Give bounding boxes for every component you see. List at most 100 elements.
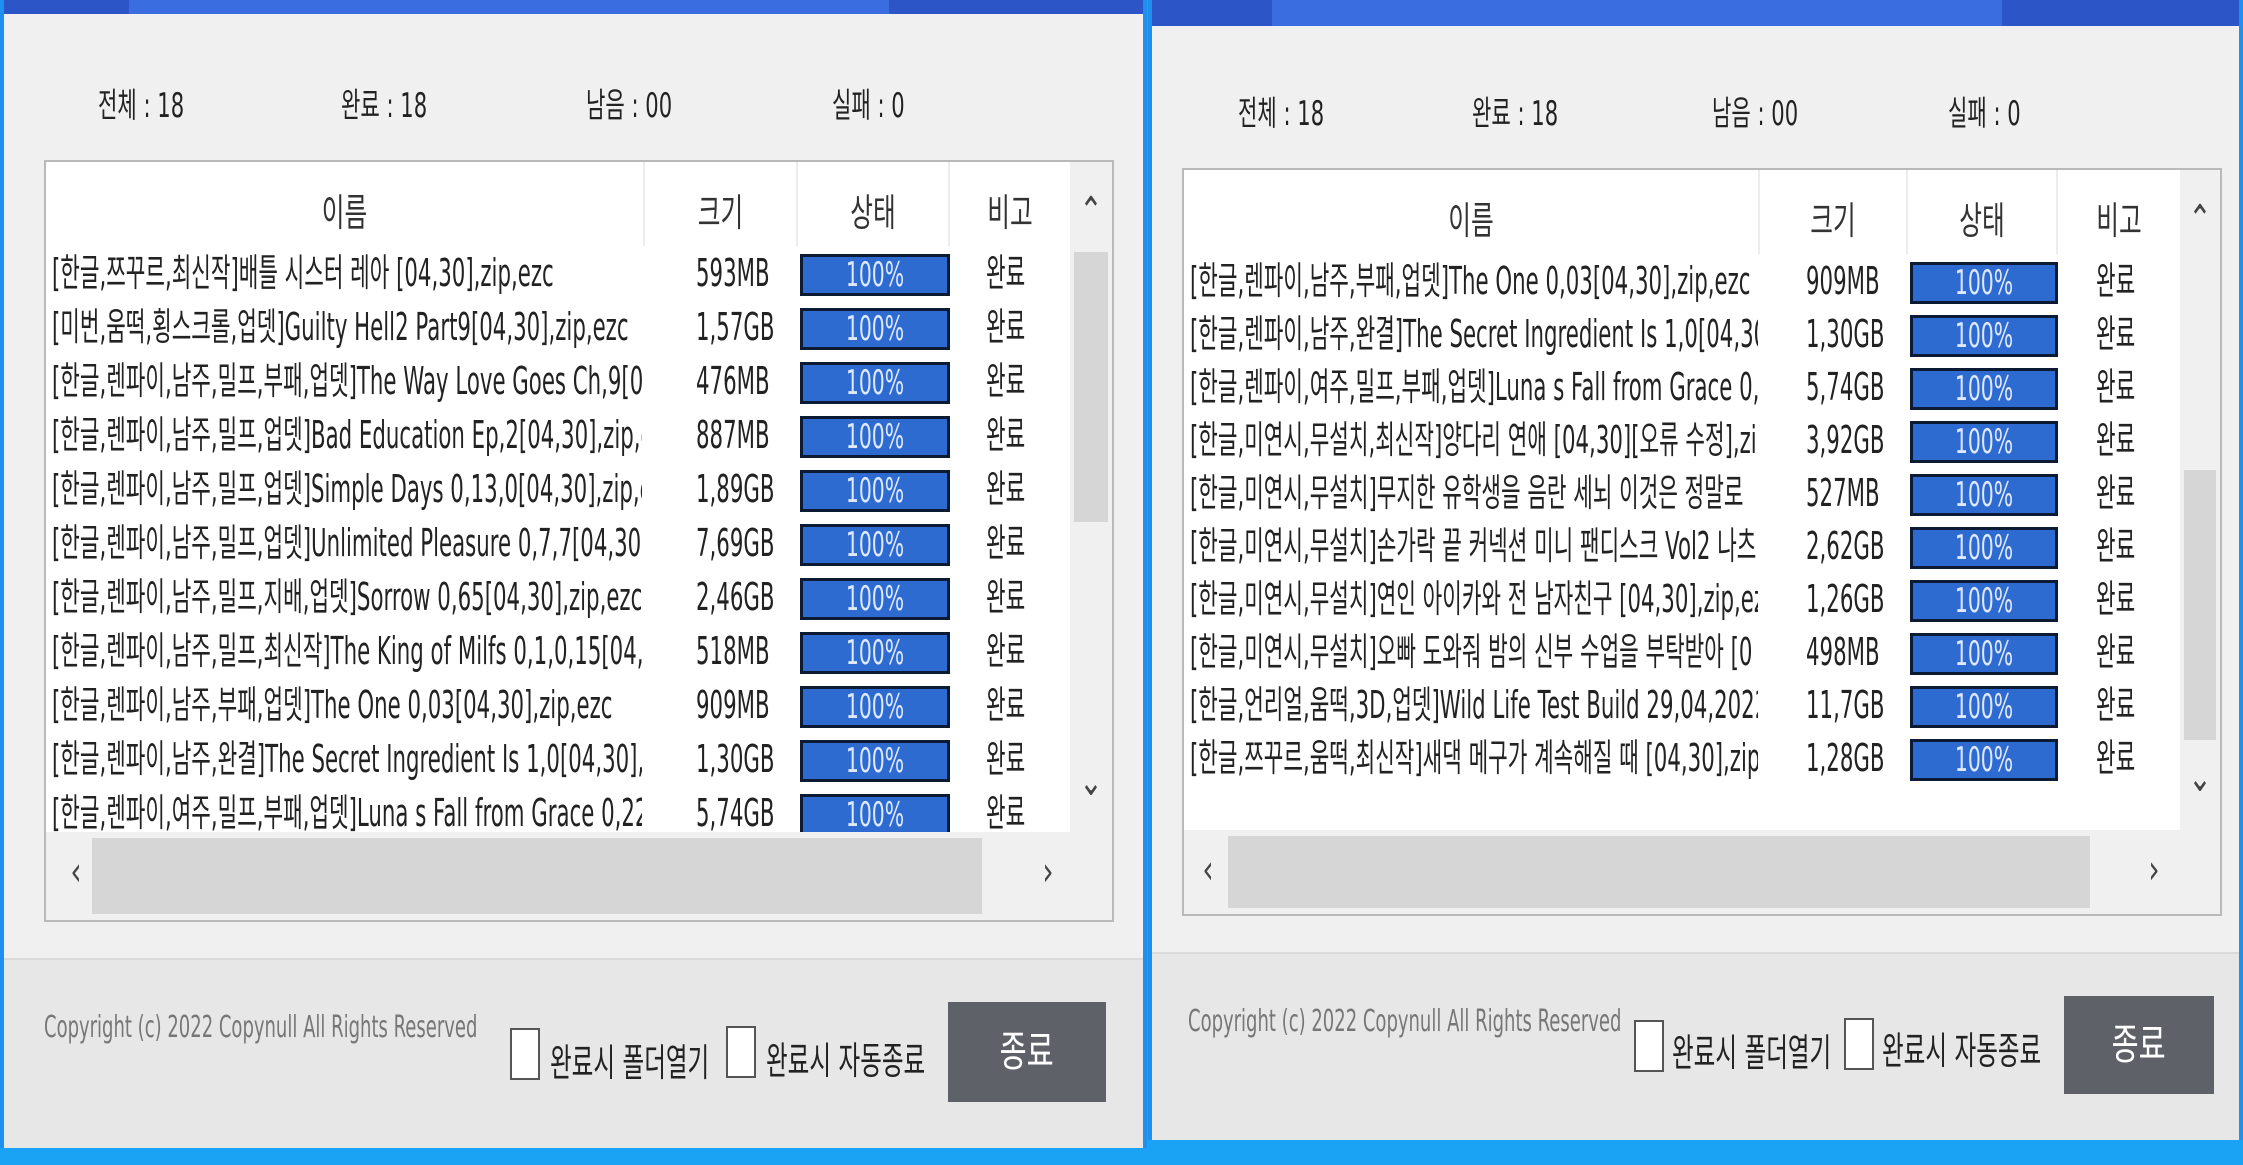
list-item[interactable]: [한글,렌파이,남주,밀프,업뎃]Bad Education Ep,2[04,3… bbox=[46, 408, 1070, 462]
scroll-up-icon[interactable]: ⌃ bbox=[1076, 192, 1105, 232]
file-name: [미번,움떡,횡스크롤,업뎃]Guilty Hell2 Part9[04,30]… bbox=[52, 305, 629, 349]
list-item[interactable]: [한글,렌파이,남주,밀프,업뎃]Simple Days 0,13,0[04,3… bbox=[46, 462, 1070, 516]
column-header-size[interactable]: 크기 bbox=[1760, 170, 1908, 254]
list-item[interactable]: [한글,미연시,무설치]연인 아이카와 전 남자친구 [04,30],zip,e… bbox=[1184, 572, 2180, 626]
progress-label: 100% bbox=[845, 417, 905, 457]
horizontal-scrollbar[interactable]: ‹ › bbox=[1184, 830, 2220, 914]
status-note: 완료 bbox=[2096, 736, 2136, 780]
progress-label: 100% bbox=[1954, 263, 2014, 303]
file-name: [한글,렌파이,남주,밀프,업뎃]Unlimited Pleasure 0,7,… bbox=[52, 521, 642, 565]
progress-bar: 100% bbox=[1910, 315, 2058, 357]
vertical-scrollbar[interactable]: ⌃ ⌄ bbox=[1070, 162, 1112, 832]
close-button[interactable]: 종료 bbox=[948, 1002, 1106, 1102]
list-item[interactable]: [한글,미연시,무설치]오빠 도와줘 밤의 신부 수업을 부탁받아 [0 498M… bbox=[1184, 625, 2180, 679]
title-bar[interactable] bbox=[1152, 0, 2239, 26]
file-size: 11,7GB bbox=[1806, 683, 1885, 727]
list-item[interactable]: [한글,렌파이,남주,밀프,지배,업뎃]Sorrow 0,65[04,30],z… bbox=[46, 570, 1070, 624]
column-header-name[interactable]: 이름 bbox=[46, 162, 645, 246]
progress-bar: 100% bbox=[1910, 686, 2058, 728]
status-note: 완료 bbox=[2096, 365, 2136, 409]
horizontal-scroll-thumb[interactable] bbox=[1228, 836, 2090, 908]
vertical-scroll-thumb[interactable] bbox=[2184, 470, 2216, 740]
list-item[interactable]: [한글,렌파이,남주,밀프,업뎃]Unlimited Pleasure 0,7,… bbox=[46, 516, 1070, 570]
column-header-name[interactable]: 이름 bbox=[1184, 170, 1760, 254]
file-name: [한글,렌파이,남주,완결]The Secret Ingredient Is 1… bbox=[1190, 312, 1758, 356]
download-list[interactable]: 이름 크기 상태 비고 [한글,렌파이,남주,부패,업뎃]The One 0,0… bbox=[1182, 168, 2222, 916]
stats-row: 전체 : 18 완료 : 18 남음 : 00 실패 : 0 bbox=[1152, 86, 2239, 136]
status-note: 완료 bbox=[2096, 259, 2136, 303]
column-header-status[interactable]: 상태 bbox=[798, 162, 950, 246]
scroll-up-icon[interactable]: ⌃ bbox=[2186, 200, 2214, 240]
progress-bar: 100% bbox=[800, 686, 950, 728]
scroll-right-icon[interactable]: › bbox=[1034, 852, 1062, 892]
list-item[interactable]: [미번,움떡,횡스크롤,업뎃]Guilty Hell2 Part9[04,30]… bbox=[46, 300, 1070, 354]
title-bar[interactable] bbox=[4, 0, 1143, 14]
scroll-down-icon[interactable]: ⌄ bbox=[1076, 762, 1105, 802]
list-item[interactable]: [한글,쯔꾸르,최신작]배틀 시스터 레아 [04,30],zip,ezc 593… bbox=[46, 246, 1070, 300]
footer-bar: Copyright (c) 2022 Copynull All Rights R… bbox=[4, 958, 1143, 1148]
list-item[interactable]: [한글,미연시,무설치]손가락 끝 커넥션 미니 팬디스크 Vol2 나츠 2,6… bbox=[1184, 519, 2180, 573]
open-folder-label: 완료시 폴더열기 bbox=[550, 1041, 710, 1085]
progress-bar: 100% bbox=[800, 470, 950, 512]
vertical-scroll-thumb[interactable] bbox=[1074, 252, 1108, 522]
open-folder-checkbox[interactable] bbox=[510, 1028, 540, 1080]
vertical-scrollbar[interactable]: ⌃ ⌄ bbox=[2180, 170, 2220, 830]
title-bar-segment bbox=[129, 0, 889, 14]
file-name: [한글,언리얼,움떡,3D,업뎃]Wild Life Test Build 29… bbox=[1190, 683, 1758, 727]
progress-label: 100% bbox=[1954, 581, 2014, 621]
list-item[interactable]: [한글,렌파이,남주,부패,업뎃]The One 0,03[04,30],zip… bbox=[1184, 254, 2180, 308]
status-note: 완료 bbox=[986, 467, 1026, 511]
file-size: 527MB bbox=[1806, 471, 1880, 515]
file-name: [한글,렌파이,남주,밀프,업뎃]Bad Education Ep,2[04,3… bbox=[52, 413, 642, 457]
scroll-right-icon[interactable]: › bbox=[2140, 850, 2168, 890]
progress-label: 100% bbox=[1954, 528, 2014, 568]
status-note: 완료 bbox=[986, 737, 1026, 781]
scroll-left-icon[interactable]: ‹ bbox=[1194, 850, 1222, 890]
stat-total: 전체 : 18 bbox=[98, 86, 185, 126]
file-size: 1,57GB bbox=[696, 305, 775, 349]
file-size: 909MB bbox=[1806, 259, 1880, 303]
file-size: 593MB bbox=[696, 251, 770, 295]
progress-label: 100% bbox=[845, 309, 905, 349]
status-note: 완료 bbox=[2096, 418, 2136, 462]
column-header-note[interactable]: 비고 bbox=[950, 162, 1070, 246]
file-name: [한글,렌파이,남주,밀프,최신작]The King of Milfs 0,1,… bbox=[52, 629, 642, 673]
horizontal-scroll-thumb[interactable] bbox=[92, 838, 982, 914]
status-note: 완료 bbox=[986, 683, 1026, 727]
column-header-note[interactable]: 비고 bbox=[2058, 170, 2180, 254]
file-size: 1,30GB bbox=[696, 737, 775, 781]
scroll-down-icon[interactable]: ⌄ bbox=[2186, 758, 2214, 798]
list-item[interactable]: [한글,렌파이,남주,밀프,최신작]The King of Milfs 0,1,… bbox=[46, 624, 1070, 678]
list-item[interactable]: [한글,언리얼,움떡,3D,업뎃]Wild Life Test Build 29… bbox=[1184, 678, 2180, 732]
column-header-status[interactable]: 상태 bbox=[1908, 170, 2058, 254]
progress-label: 100% bbox=[845, 633, 905, 673]
list-item[interactable]: [한글,쯔꾸르,움떡,최신작]새댁 메구가 계속해질 때 [04,30],zip… bbox=[1184, 731, 2180, 785]
list-item[interactable]: [한글,렌파이,여주,밀프,부패,업뎃]Luna s Fall from Gra… bbox=[1184, 360, 2180, 414]
file-name: [한글,미연시,무설치]손가락 끝 커넥션 미니 팬디스크 Vol2 나츠 bbox=[1190, 524, 1757, 568]
progress-bar: 100% bbox=[1910, 474, 2058, 516]
column-header-size[interactable]: 크기 bbox=[645, 162, 798, 246]
stat-remaining: 남음 : 00 bbox=[1712, 94, 1799, 134]
close-button[interactable]: 종료 bbox=[2064, 996, 2214, 1094]
auto-exit-checkbox[interactable] bbox=[1844, 1018, 1874, 1070]
status-note: 완료 bbox=[986, 575, 1026, 619]
stat-done: 완료 : 18 bbox=[341, 86, 428, 126]
list-item[interactable]: [한글,렌파이,남주,부패,업뎃]The One 0,03[04,30],zip… bbox=[46, 678, 1070, 732]
file-size: 1,26GB bbox=[1806, 577, 1885, 621]
status-note: 완료 bbox=[986, 521, 1026, 565]
list-item[interactable]: [한글,렌파이,남주,밀프,부패,업뎃]The Way Love Goes Ch… bbox=[46, 354, 1070, 408]
file-name: [한글,렌파이,여주,밀프,부패,업뎃]Luna s Fall from Gra… bbox=[1190, 365, 1758, 409]
progress-bar: 100% bbox=[1910, 739, 2058, 781]
list-item[interactable]: [한글,렌파이,남주,완결]The Secret Ingredient Is 1… bbox=[1184, 307, 2180, 361]
scroll-left-icon[interactable]: ‹ bbox=[62, 852, 90, 892]
download-list[interactable]: 이름 크기 상태 비고 [한글,쯔꾸르,최신작]배틀 시스터 레아 [04,30… bbox=[44, 160, 1114, 922]
horizontal-scrollbar[interactable]: ‹ › bbox=[46, 832, 1112, 920]
list-item[interactable]: [한글,미연시,무설치,최신작]양다리 연애 [04,30][오류 수정],zi… bbox=[1184, 413, 2180, 467]
list-item[interactable]: [한글,미연시,무설치]무지한 유학생을 음란 세뇌 이것은 정말로 527MB 1… bbox=[1184, 466, 2180, 520]
progress-label: 100% bbox=[845, 741, 905, 781]
open-folder-checkbox[interactable] bbox=[1634, 1020, 1664, 1072]
stats-row: 전체 : 18 완료 : 18 남음 : 00 실패 : 0 bbox=[4, 78, 1143, 128]
list-item[interactable]: [한글,렌파이,남주,완결]The Secret Ingredient Is 1… bbox=[46, 732, 1070, 786]
auto-exit-checkbox[interactable] bbox=[726, 1026, 756, 1078]
file-name: [한글,렌파이,남주,밀프,부패,업뎃]The Way Love Goes Ch… bbox=[52, 359, 642, 403]
